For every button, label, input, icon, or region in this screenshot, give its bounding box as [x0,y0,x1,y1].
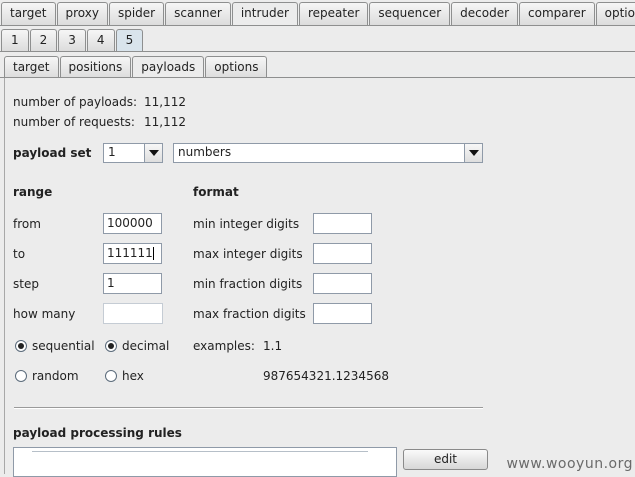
section-divider [14,407,483,409]
tab-repeater[interactable]: repeater [298,2,369,25]
from-label: from [13,217,41,231]
payloads-count-label: number of payloads: [13,95,138,109]
min-fraction-digits-field[interactable] [313,273,372,294]
payload-set-label: payload set [13,146,92,160]
watermark: www.wooyun.org [506,456,633,472]
tab-target[interactable]: target [1,2,56,25]
payload-set-select[interactable]: 1 [103,143,163,163]
requests-count-value: 11,112 [144,115,186,129]
subtab-positions[interactable]: positions [59,56,132,78]
edit-button[interactable]: edit [403,449,488,470]
min-integer-digits-field[interactable] [313,213,372,234]
tab-intruder[interactable]: intruder [231,2,298,25]
random-radio[interactable] [15,370,27,382]
random-label: random [32,369,79,383]
chevron-down-icon[interactable] [144,144,162,162]
payload-type-value: numbers [178,145,232,159]
how-many-label: how many [13,307,76,321]
min-integer-digits-label: min integer digits [193,217,300,231]
attack-tab-5[interactable]: 5 [115,29,144,51]
sequential-label: sequential [32,339,95,353]
sub-tab-bar: target positions payloads options [4,56,635,78]
processing-rules-list[interactable] [13,447,397,477]
subtab-payloads[interactable]: payloads [132,56,205,78]
hex-radio[interactable] [105,370,117,382]
list-header-line [32,451,368,453]
max-fraction-digits-field[interactable] [313,303,372,324]
step-field[interactable]: 1 [103,273,162,294]
chevron-down-icon[interactable] [464,144,482,162]
step-label: step [13,277,39,291]
attack-tab-2[interactable]: 2 [29,29,58,51]
subtab-options[interactable]: options [205,56,268,78]
tab-comparer[interactable]: comparer [519,2,595,25]
examples-label: examples: [193,339,255,353]
tab-sequencer[interactable]: sequencer [369,2,451,25]
attack-tab-4[interactable]: 4 [86,29,115,51]
tab-spider[interactable]: spider [108,2,165,25]
to-field[interactable]: 111111 [103,243,162,264]
sequential-radio[interactable] [15,340,27,352]
hex-label: hex [122,369,144,383]
payload-set-value: 1 [108,145,116,159]
attack-tab-3[interactable]: 3 [58,29,86,51]
example-value-2: 987654321.1234568 [263,369,389,383]
requests-count-label: number of requests: [13,115,135,129]
payloads-count-value: 11,112 [144,95,186,109]
max-integer-digits-field[interactable] [313,243,372,264]
example-value-1: 1.1 [263,339,283,353]
range-heading: range [13,185,53,199]
decimal-radio[interactable] [105,340,117,352]
text-caret [152,247,154,260]
tab-scanner[interactable]: scanner [165,2,231,25]
processing-rules-heading: payload processing rules [13,426,182,440]
how-many-field[interactable] [103,303,163,324]
format-heading: format [193,185,239,199]
to-value: 111111 [107,246,153,260]
tab-divider [0,51,635,52]
attack-tab-bar: 1 2 3 4 5 [1,29,635,51]
max-fraction-digits-label: max fraction digits [193,307,306,321]
tab-divider [0,25,635,26]
tab-decoder[interactable]: decoder [451,2,519,25]
main-tab-bar: target proxy spider scanner intruder rep… [1,2,635,25]
subtab-target[interactable]: target [4,56,59,78]
to-label: to [13,247,26,261]
payload-type-select[interactable]: numbers [173,143,483,163]
max-integer-digits-label: max integer digits [193,247,303,261]
from-field[interactable]: 100000 [103,213,162,234]
tab-options[interactable]: options [595,2,635,25]
decimal-label: decimal [122,339,170,353]
min-fraction-digits-label: min fraction digits [193,277,303,291]
tab-proxy[interactable]: proxy [56,2,108,25]
attack-tab-1[interactable]: 1 [1,29,29,51]
